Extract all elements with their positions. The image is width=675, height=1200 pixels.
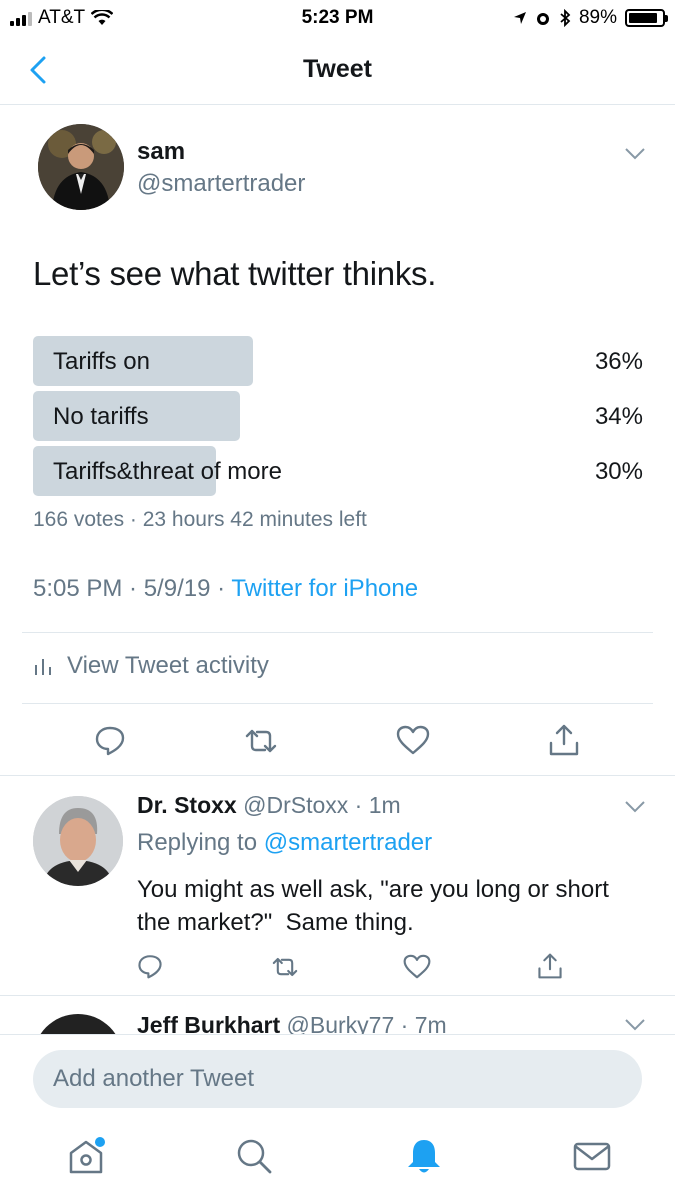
poll-option-percent: 34% bbox=[594, 403, 643, 430]
like-icon[interactable] bbox=[403, 954, 431, 979]
poll-option: No tariffs 34% bbox=[33, 391, 643, 441]
reply-icon[interactable] bbox=[137, 953, 163, 979]
battery-percent: 89% bbox=[578, 7, 617, 28]
nav-bar: Tweet bbox=[0, 36, 675, 105]
location-arrow-icon bbox=[513, 12, 526, 24]
poll-option: Tariffs on 36% bbox=[33, 336, 643, 386]
battery-fill bbox=[629, 13, 658, 23]
replying-mention[interactable]: @smartertrader bbox=[264, 829, 432, 856]
activity-chart-icon bbox=[35, 659, 51, 675]
avatar-image bbox=[33, 796, 123, 886]
tab-bar bbox=[0, 1124, 675, 1200]
compose-bar: Add another Tweet bbox=[0, 1034, 675, 1124]
third-reply[interactable]: Jeff Burkhart @Burky77 · 7m bbox=[0, 996, 675, 1034]
reply-text: You might as well ask, "are you long or … bbox=[137, 876, 616, 936]
messages-icon[interactable] bbox=[572, 1136, 612, 1176]
poll-option-percent: 36% bbox=[594, 348, 643, 375]
tweet-text: Let’s see what twitter thinks. bbox=[33, 255, 437, 292]
search-icon[interactable] bbox=[234, 1136, 274, 1176]
battery-icon bbox=[625, 9, 668, 27]
poll-meta: 166 votes · 23 hours 42 minutes left bbox=[33, 508, 367, 531]
status-bar: AT&T 5:23 PM 89% bbox=[0, 0, 675, 36]
retweet-icon[interactable] bbox=[270, 955, 300, 979]
chevron-down-icon[interactable] bbox=[624, 147, 646, 161]
poll-option-percent: 30% bbox=[594, 458, 643, 485]
view-activity-button[interactable]: View Tweet activity bbox=[33, 652, 269, 680]
share-icon[interactable] bbox=[548, 723, 580, 757]
chevron-down-icon[interactable] bbox=[624, 1018, 646, 1032]
reply-avatar[interactable] bbox=[33, 796, 123, 886]
share-icon[interactable] bbox=[537, 952, 563, 980]
poll-option: Tariffs&threat of more 30% bbox=[33, 446, 643, 496]
author-handle[interactable]: @smartertrader bbox=[137, 170, 305, 198]
retweet-icon[interactable] bbox=[243, 726, 279, 756]
tweet-timestamp: 5:05 PM · 5/9/19 · Twitter for iPhone bbox=[33, 575, 418, 603]
timestamp-text: 5:05 PM · 5/9/19 · bbox=[33, 575, 232, 602]
poll-option-label: Tariffs&threat of more bbox=[53, 458, 282, 485]
third-reply-header: Jeff Burkhart @Burky77 · 7m bbox=[137, 1012, 447, 1034]
bluetooth-icon bbox=[560, 9, 571, 27]
author-name[interactable]: sam bbox=[137, 138, 185, 166]
reply-author-name[interactable]: Dr. Stoxx bbox=[137, 792, 237, 818]
alarm-icon bbox=[536, 13, 549, 25]
divider bbox=[0, 775, 675, 776]
replying-to: Replying to @smartertrader bbox=[137, 829, 432, 857]
reply-author-handle[interactable]: @DrStoxx · 1m bbox=[243, 792, 401, 818]
reply-icon[interactable] bbox=[94, 724, 126, 756]
tweet-source-link[interactable]: Twitter for iPhone bbox=[231, 575, 418, 602]
add-tweet-input[interactable]: Add another Tweet bbox=[33, 1050, 642, 1108]
poll-option-label: Tariffs on bbox=[53, 348, 150, 375]
author-avatar[interactable] bbox=[38, 124, 124, 210]
chevron-down-icon[interactable] bbox=[624, 800, 646, 814]
activity-label: View Tweet activity bbox=[67, 652, 269, 679]
notification-dot bbox=[95, 1137, 105, 1147]
reply-header: Dr. Stoxx @DrStoxx · 1m bbox=[137, 792, 401, 819]
third-reply-author-name[interactable]: Jeff Burkhart bbox=[137, 1012, 280, 1034]
like-icon[interactable] bbox=[396, 725, 430, 755]
third-reply-avatar[interactable] bbox=[33, 1014, 123, 1034]
avatar-image bbox=[38, 124, 124, 210]
third-reply-author-handle[interactable]: @Burky77 · 7m bbox=[287, 1012, 447, 1034]
page-title: Tweet bbox=[303, 55, 372, 83]
home-icon[interactable] bbox=[66, 1136, 106, 1176]
notifications-icon[interactable] bbox=[404, 1136, 444, 1176]
status-right: 89% bbox=[513, 7, 668, 29]
poll-option-label: No tariffs bbox=[53, 403, 149, 430]
divider bbox=[22, 703, 653, 704]
replying-prefix: Replying to bbox=[137, 829, 264, 856]
divider bbox=[22, 632, 653, 633]
